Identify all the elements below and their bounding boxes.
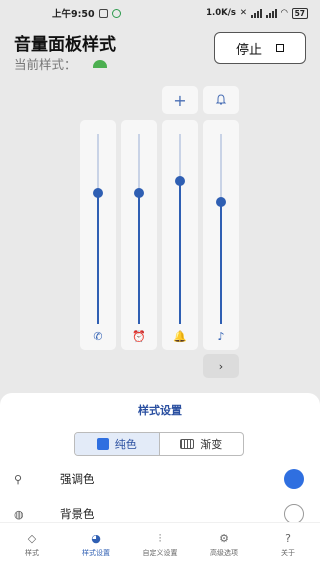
- nav-label: 样式: [25, 549, 39, 557]
- app-notification-icon: [111, 8, 121, 18]
- android-icon: [92, 59, 107, 68]
- color-mode-segmented-control: 纯色 渐变: [74, 432, 244, 456]
- accent-color-row[interactable]: ⚲ 强调色: [0, 466, 320, 492]
- status-bar: 上午9:50 1.0K/s ✕ ◠ 57: [0, 0, 320, 26]
- slider-fill: [220, 202, 222, 324]
- mute-icon: ✕: [239, 8, 248, 18]
- slider-panel-media[interactable]: ♪: [203, 120, 239, 350]
- background-color-label: 背景色: [60, 507, 95, 521]
- nav-item-style-settings[interactable]: ◕ 样式设置: [64, 523, 128, 568]
- slider-panel-call[interactable]: ✆: [80, 120, 116, 350]
- bell-button[interactable]: [203, 86, 239, 114]
- nav-label: 关于: [281, 549, 295, 557]
- nav-label: 高级选项: [210, 549, 238, 557]
- add-button[interactable]: +: [162, 86, 198, 114]
- nav-item-advanced[interactable]: ⚙ 高级选项: [192, 523, 256, 568]
- nav-item-about[interactable]: ? 关于: [256, 523, 320, 568]
- network-speed: 1.0K/s: [206, 8, 236, 18]
- alarm-clock-icon: ⏰: [132, 330, 146, 343]
- bell-icon: 🔔: [173, 330, 187, 343]
- nav-item-custom-settings[interactable]: ⫶ 自定义设置: [128, 523, 192, 568]
- segment-gradient-label: 渐变: [200, 438, 223, 451]
- signal-2-icon: [266, 8, 278, 18]
- accent-color-icon: ⚲: [14, 472, 23, 486]
- segment-gradient[interactable]: 渐变: [160, 433, 244, 455]
- slider-panel-ring[interactable]: 🔔: [162, 120, 198, 350]
- slider-fill: [97, 193, 99, 324]
- bottom-nav: ◇ 样式 ◕ 样式设置 ⫶ 自定义设置 ⚙ 高级选项 ? 关于: [0, 522, 320, 568]
- sheet-title: 样式设置: [138, 404, 182, 417]
- stop-icon: [276, 44, 284, 52]
- gradient-icon: [180, 439, 195, 449]
- current-style-text: 当前样式：: [14, 57, 77, 72]
- slider-panel-alarm[interactable]: ⏰: [121, 120, 157, 350]
- slider-thumb[interactable]: [216, 197, 226, 207]
- stop-button[interactable]: 停止: [214, 32, 306, 64]
- phone-icon: ✆: [93, 330, 103, 343]
- music-note-icon: ♪: [217, 330, 225, 343]
- style-icon: ◇: [27, 532, 37, 545]
- sliders-icon: ⫶: [158, 532, 162, 545]
- help-icon: ?: [285, 532, 291, 545]
- bell-icon: [215, 94, 227, 105]
- accent-color-swatch[interactable]: [284, 469, 304, 489]
- nav-item-style[interactable]: ◇ 样式: [0, 523, 64, 568]
- slider-fill: [179, 181, 181, 324]
- background-color-icon: ◍: [14, 507, 24, 521]
- signal-icon: [251, 8, 263, 18]
- current-style-label: 当前样式：: [14, 54, 107, 73]
- segment-solid[interactable]: 纯色: [75, 433, 160, 455]
- battery-icon: 57: [291, 7, 308, 19]
- wifi-icon: ◠: [281, 8, 288, 18]
- background-color-swatch[interactable]: [284, 504, 304, 524]
- gear-icon: ⚙: [219, 532, 229, 545]
- accent-color-label: 强调色: [60, 472, 95, 486]
- slider-thumb[interactable]: [134, 188, 144, 198]
- status-left: 上午9:50: [52, 6, 121, 20]
- slider-thumb[interactable]: [175, 176, 185, 186]
- slider-fill: [138, 193, 140, 324]
- stop-button-label: 停止: [235, 42, 262, 58]
- status-time: 上午9:50: [52, 9, 95, 20]
- slider-thumb[interactable]: [93, 188, 103, 198]
- nav-label: 自定义设置: [142, 549, 178, 557]
- solid-color-icon: [96, 438, 109, 450]
- nav-label: 样式设置: [82, 549, 110, 557]
- expand-button[interactable]: ›: [203, 354, 239, 378]
- notification-icon: [98, 8, 108, 18]
- status-right: 1.0K/s ✕ ◠ 57: [206, 7, 308, 19]
- palette-icon: ◕: [91, 532, 101, 545]
- chevron-right-icon: ›: [218, 359, 224, 373]
- page-title: 音量面板样式: [14, 35, 116, 55]
- plus-icon: +: [173, 90, 187, 110]
- segment-solid-label: 纯色: [114, 438, 137, 451]
